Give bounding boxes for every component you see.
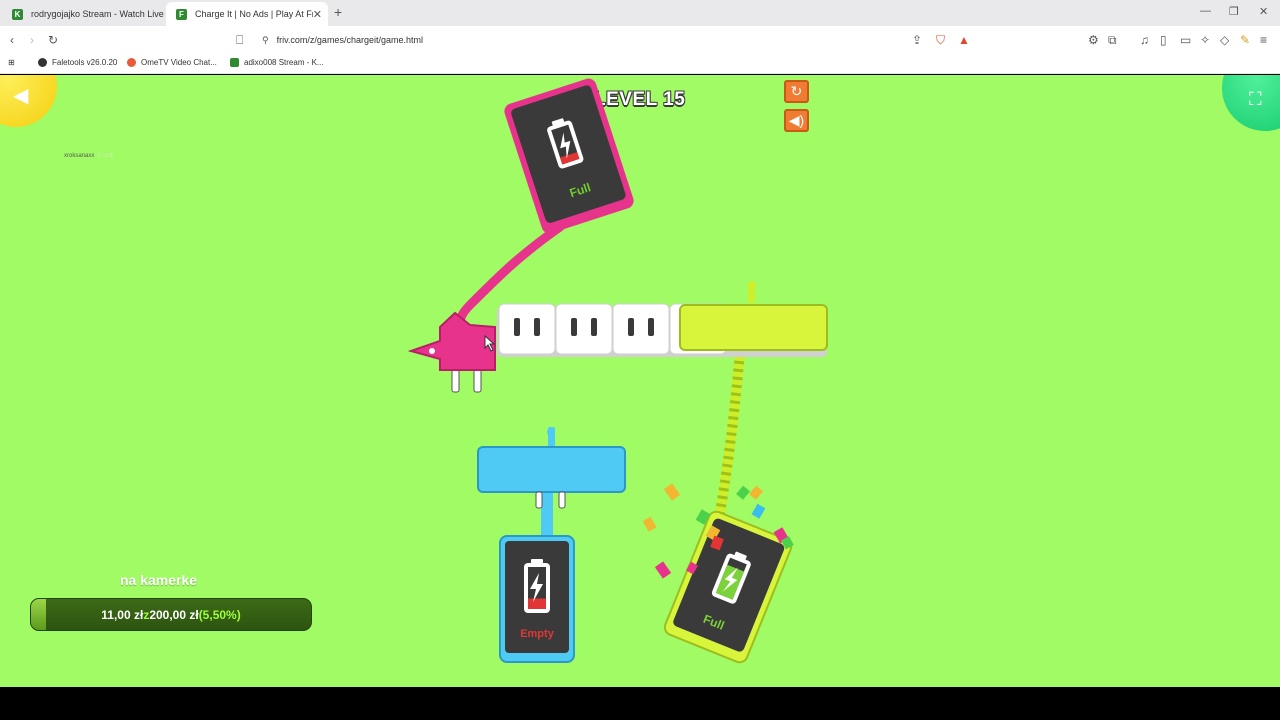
- profile-icon[interactable]: ✎: [1240, 32, 1250, 48]
- url-text: friv.com/z/games/chargeit/game.html: [276, 35, 423, 45]
- site-info-icon[interactable]: ⚲: [262, 35, 269, 46]
- bookmark-kick[interactable]: adixo008 Stream - K...: [230, 58, 324, 67]
- donation-label: na kamerke: [120, 572, 198, 588]
- kick-icon: [230, 58, 239, 67]
- leo-icon[interactable]: ✧: [1200, 32, 1210, 48]
- sidebar-icon[interactable]: ▯: [1160, 32, 1167, 48]
- tab-title: Charge It | No Ads | Play At Friv: [195, 9, 313, 19]
- socket[interactable]: [498, 303, 556, 355]
- extensions-icon[interactable]: ⚙: [1088, 32, 1099, 48]
- blue-phone-status: Empty: [520, 628, 555, 640]
- blue-phone[interactable]: Empty: [499, 535, 575, 663]
- pink-plug[interactable]: [407, 311, 496, 393]
- bookmark-ometv[interactable]: OmeTV Video Chat...: [127, 58, 217, 67]
- bookmark-icon[interactable]: ⎕: [236, 32, 243, 48]
- address-bar[interactable]: ⚲ friv.com/z/games/chargeit/game.html: [262, 32, 982, 48]
- reload-icon[interactable]: ↻: [48, 32, 58, 48]
- minimize-icon[interactable]: —: [1200, 5, 1211, 17]
- socket[interactable]: [555, 303, 613, 355]
- game-canvas[interactable]: ◀ ⛶ xroksanaxx is chill LEVEL 15 ↻ ◀) Fu…: [0, 75, 1280, 687]
- bookmark-label: Faletools v26.0.20: [52, 58, 118, 67]
- close-tab-icon[interactable]: ✕: [313, 8, 322, 21]
- bookmarks-bar: ⊞ Faletools v26.0.20 OmeTV Video Chat...…: [0, 54, 1280, 74]
- game-scene: Full Empty Full: [407, 76, 828, 664]
- music-icon[interactable]: ♫: [1140, 32, 1149, 48]
- donation-progress-bar: 11,00 zł z 200,00 zł (5,50%): [30, 598, 312, 631]
- bottom-letterbox: [0, 687, 1280, 720]
- window-close-icon[interactable]: ✕: [1259, 5, 1268, 18]
- blue-phone-charge: [528, 598, 546, 609]
- bookmark-label: adixo008 Stream - K...: [244, 58, 324, 67]
- new-tab-button[interactable]: +: [334, 4, 342, 20]
- socket[interactable]: [612, 303, 670, 355]
- donation-progress-text: 11,00 zł z 200,00 zł (5,50%): [31, 599, 311, 630]
- tab-bar: K rodrygojajko Stream - Watch Live on F …: [0, 0, 1280, 26]
- screenshot-icon[interactable]: ⧉: [1108, 32, 1117, 48]
- tab-chargeit[interactable]: F Charge It | No Ads | Play At Friv ✕: [166, 2, 328, 26]
- bookmark-faletools[interactable]: Faletools v26.0.20: [38, 58, 117, 67]
- yellow-plug[interactable]: [679, 281, 828, 351]
- restore-icon[interactable]: ❐: [1229, 5, 1239, 18]
- blue-cable[interactable]: [541, 493, 553, 541]
- kick-favicon-icon: K: [12, 8, 23, 20]
- donation-current: 11,00 zł: [101, 607, 144, 622]
- donation-percent: (5,50%): [198, 607, 241, 622]
- donation-goal: 200,00 zł: [149, 607, 199, 622]
- bookmark-label: OmeTV Video Chat...: [141, 58, 217, 67]
- menu-icon[interactable]: ≡: [1260, 32, 1267, 48]
- wallet-icon[interactable]: ▭: [1180, 32, 1191, 48]
- friv-favicon-icon: F: [176, 8, 187, 20]
- ometv-icon: [127, 58, 136, 67]
- faletools-icon: [38, 58, 47, 67]
- tab-title: rodrygojajko Stream - Watch Live on: [31, 9, 164, 19]
- tab-stream[interactable]: K rodrygojajko Stream - Watch Live on: [2, 2, 164, 26]
- apps-icon[interactable]: ⊞: [8, 58, 15, 67]
- vpn-icon[interactable]: ◇: [1220, 32, 1229, 48]
- back-icon[interactable]: ‹: [10, 32, 14, 48]
- forward-icon[interactable]: ›: [30, 32, 34, 48]
- pink-phone[interactable]: Full: [502, 76, 635, 235]
